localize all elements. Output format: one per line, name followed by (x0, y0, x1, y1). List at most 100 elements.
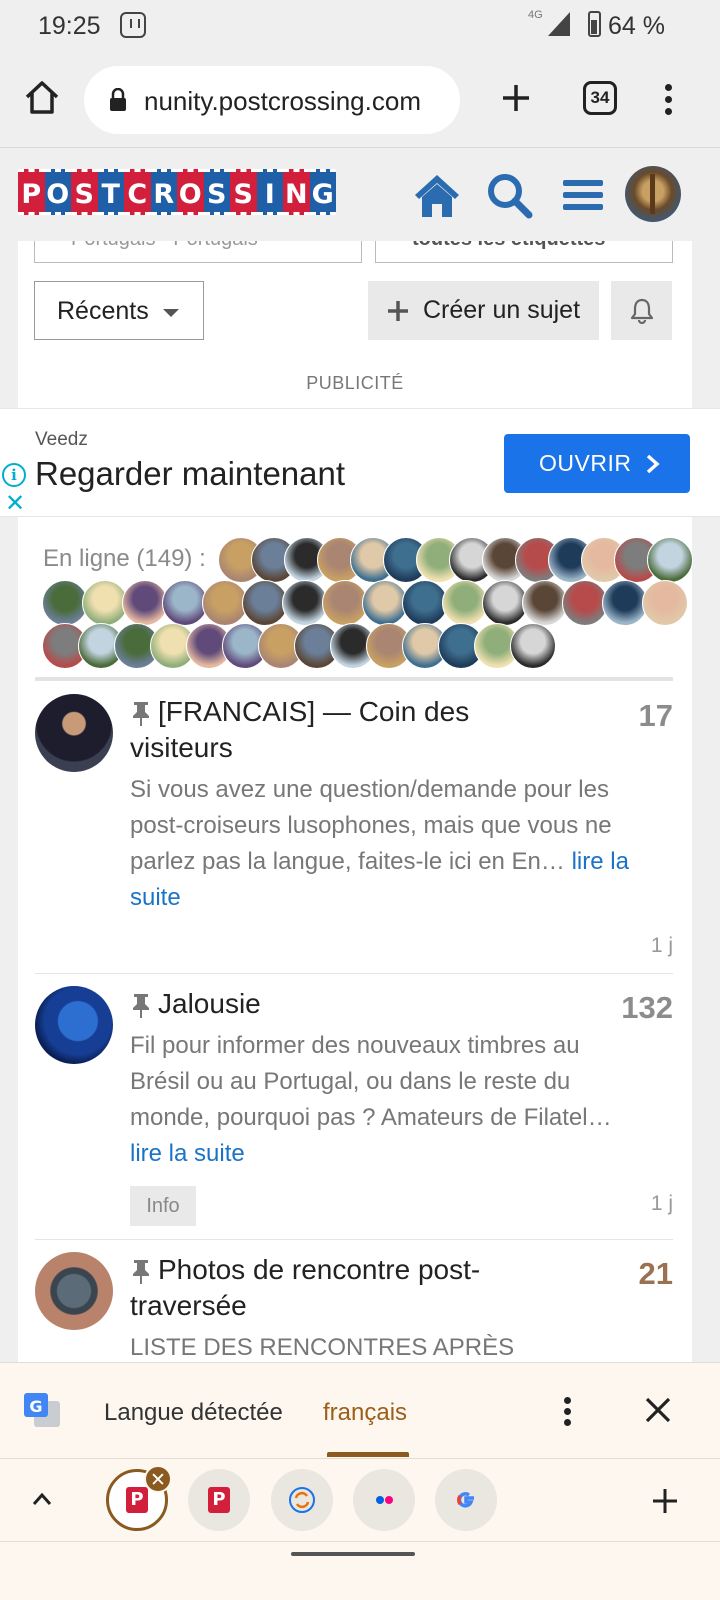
home-icon[interactable] (22, 78, 62, 118)
topic-title[interactable]: [FRANCAIS] — Coin des visiteurs (130, 694, 570, 766)
online-user-avatar[interactable] (510, 623, 556, 669)
add-tab-icon[interactable] (651, 1487, 679, 1515)
topic-item[interactable]: [FRANCAIS] — Coin des visiteurs 17 Si vo… (35, 694, 673, 964)
topic-divider (35, 973, 673, 974)
google-icon (457, 1492, 474, 1508)
address-bar[interactable]: nunity.postcrossing.com (84, 66, 460, 134)
postcrossing-logo[interactable]: POSTCROSSING (18, 169, 336, 215)
search-icon[interactable] (484, 171, 536, 219)
online-avatars-row (218, 537, 693, 583)
logo-letter: G (309, 169, 336, 215)
sort-dropdown-label: Récents (57, 297, 149, 325)
topic-divider (35, 1239, 673, 1240)
url-text: nunity.postcrossing.com (144, 86, 421, 116)
translate-bar: G Langue détectée français (0, 1362, 720, 1458)
online-user-avatar[interactable] (647, 537, 693, 583)
selected-tab-indicator (327, 1452, 409, 1457)
tab-group-strip: P P (0, 1458, 720, 1542)
browser-menu-icon[interactable] (654, 80, 686, 120)
ad-open-label: OUVRIR (539, 450, 632, 476)
topic-item[interactable]: Jalousie 132 Fil pour informer des nouve… (35, 986, 673, 1236)
topic-item[interactable]: Photos de rencontre post-traversée 21 LI… (35, 1252, 673, 1362)
topic-activity-time[interactable]: 1 j (651, 934, 673, 958)
postcrossing-favicon: P (208, 1487, 230, 1513)
read-more-link[interactable]: lire la suite (130, 1140, 245, 1167)
chevron-right-icon (646, 454, 660, 474)
target-language-tab[interactable]: français (323, 1399, 407, 1427)
caret-down-icon (163, 309, 179, 317)
home-indicator[interactable] (291, 1552, 415, 1556)
home-icon[interactable] (411, 171, 463, 219)
tab-flickr[interactable] (353, 1469, 415, 1531)
ad-open-button[interactable]: OUVRIR (504, 434, 690, 493)
close-icon[interactable] (641, 1393, 675, 1427)
topic-excerpt: Fil pour informer des nouveaux timbres a… (130, 1028, 640, 1172)
logo-letter: N (283, 169, 310, 215)
topic-reply-count[interactable]: 132 (621, 990, 673, 1026)
tab-postcrossing[interactable]: P (188, 1469, 250, 1531)
topic-author-avatar[interactable] (35, 986, 113, 1064)
topic-excerpt-text: Fil pour informer des nouveaux timbres a… (130, 1032, 612, 1131)
online-user-avatar[interactable] (642, 580, 688, 626)
sync-icon (289, 1487, 315, 1513)
topic-excerpt: LISTE DES RENCONTRES APRÈS (130, 1334, 515, 1361)
signal-icon (548, 12, 570, 36)
site-header: POSTCROSSING (0, 149, 720, 241)
logo-letter: C (124, 169, 151, 215)
topic-tag[interactable]: Info (130, 1186, 196, 1226)
status-bar: 19:25 4G 64 % (0, 0, 720, 52)
topic-reply-count[interactable]: 17 (639, 698, 673, 734)
topic-excerpt-text: Si vous avez une question/demande pour l… (130, 776, 612, 875)
translate-options-icon[interactable] (556, 1393, 580, 1429)
tab-sync[interactable] (271, 1469, 333, 1531)
topic-activity-time[interactable]: 1 j (651, 1192, 673, 1216)
ad-close-icon[interactable]: ✕ (2, 491, 28, 517)
logo-letter: S (71, 169, 98, 215)
tab-google[interactable] (435, 1469, 497, 1531)
ad-brand: Veedz (35, 429, 88, 450)
logo-letter: P (18, 169, 45, 215)
user-avatar[interactable] (625, 166, 681, 222)
online-avatars-row (42, 623, 582, 669)
create-topic-button[interactable]: Créer un sujet (368, 281, 599, 340)
online-users-label: En ligne (149) : (43, 545, 206, 572)
logo-letter: O (177, 169, 204, 215)
close-tab-icon[interactable]: ✕ (144, 1465, 172, 1493)
gesture-area (0, 1542, 720, 1600)
status-time: 19:25 (38, 12, 101, 40)
lock-icon (110, 88, 126, 111)
ad-headline: Regarder maintenant (35, 455, 346, 492)
svg-text:G: G (29, 1397, 42, 1416)
google-translate-icon[interactable]: G (22, 1391, 62, 1431)
online-avatars-row (42, 580, 702, 626)
tab-switcher-button[interactable]: 34 (583, 81, 617, 115)
topic-excerpt: Si vous avez une question/demande pour l… (130, 772, 640, 916)
tag-filter[interactable]: toutes les étiquettes (375, 241, 673, 263)
detected-language-tab[interactable]: Langue détectée (104, 1399, 283, 1427)
topic-author-avatar[interactable] (35, 694, 113, 772)
topic-title[interactable]: Jalousie (130, 986, 570, 1022)
create-topic-label: Créer un sujet (423, 296, 581, 324)
logo-letter: S (203, 169, 230, 215)
notification-app-icon (120, 12, 146, 38)
flickr-icon (376, 1496, 393, 1504)
logo-letter: I (256, 169, 283, 215)
logo-letter: S (230, 169, 257, 215)
online-divider (35, 677, 673, 681)
category-filter[interactable]: Portugais - Portugais (34, 241, 362, 263)
sort-dropdown[interactable]: Récents (34, 281, 204, 340)
bell-icon (630, 298, 654, 325)
logo-letter: R (150, 169, 177, 215)
topic-reply-count[interactable]: 21 (639, 1256, 673, 1292)
ad-section-label: PUBLICITÉ (306, 373, 404, 393)
chevron-up-icon[interactable] (30, 1489, 54, 1509)
ad-info-icon[interactable]: i (2, 463, 26, 487)
topic-author-avatar[interactable] (35, 1252, 113, 1330)
hamburger-menu-icon[interactable] (557, 171, 609, 219)
topic-title[interactable]: Photos de rencontre post-traversée (130, 1252, 570, 1324)
ad-banner[interactable]: Veedz Regarder maintenant OUVRIR i ✕ (0, 408, 720, 517)
new-tab-icon[interactable] (496, 78, 536, 118)
battery-percent: 64 % (608, 12, 665, 40)
notifications-button[interactable] (611, 281, 672, 340)
logo-letter: T (97, 169, 124, 215)
